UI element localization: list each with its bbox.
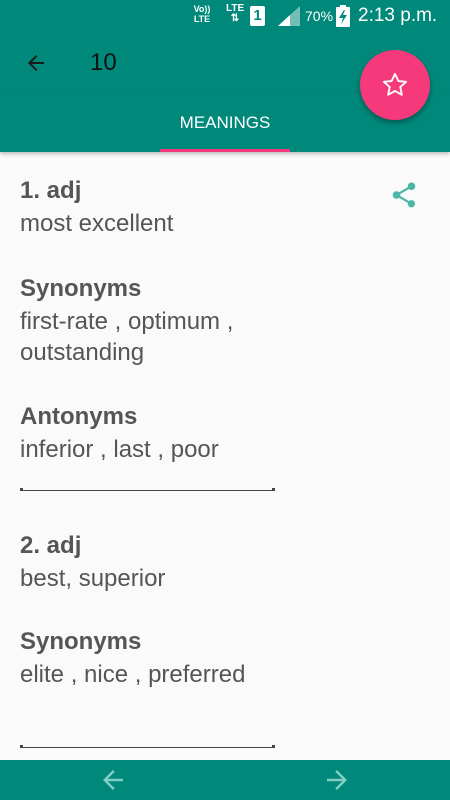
arrow-right-icon bbox=[327, 770, 347, 790]
meaning-heading: 2. adj bbox=[20, 532, 82, 559]
sim-indicator: 1 bbox=[250, 6, 265, 26]
battery-percent: 70% bbox=[305, 8, 334, 24]
divider-dot bbox=[20, 488, 23, 491]
divider-dot bbox=[272, 745, 275, 748]
share-button[interactable] bbox=[387, 178, 421, 212]
antonyms-label: Antonyms bbox=[20, 403, 138, 430]
favorite-button[interactable] bbox=[360, 50, 430, 120]
battery-charging-icon bbox=[336, 5, 350, 27]
divider bbox=[20, 490, 275, 491]
divider-dot bbox=[20, 745, 23, 748]
synonyms-text: first-rate , optimum , bbox=[20, 308, 234, 335]
lte-indicator: LTE ⇅ bbox=[226, 4, 244, 24]
lte-label: LTE ⇅ bbox=[226, 3, 245, 24]
arrow-left-icon bbox=[103, 770, 123, 790]
status-bar: Vo)) LTE LTE ⇅ 1 70% 2:13 p.m. bbox=[0, 0, 450, 33]
next-button[interactable] bbox=[320, 764, 354, 796]
volte-indicator: Vo)) LTE bbox=[192, 4, 212, 24]
share-icon bbox=[392, 182, 416, 208]
volte-label: Vo)) LTE bbox=[193, 4, 211, 24]
previous-button[interactable] bbox=[96, 764, 130, 796]
bottom-nav bbox=[0, 760, 450, 800]
arrow-left-icon bbox=[28, 55, 44, 71]
divider bbox=[20, 747, 275, 748]
meaning-definition: best, superior bbox=[20, 565, 166, 592]
signal-icon bbox=[278, 6, 300, 26]
antonyms-text: inferior , last , poor bbox=[20, 436, 219, 463]
meaning-definition: most excellent bbox=[20, 210, 174, 237]
star-icon bbox=[382, 72, 408, 96]
divider-dot bbox=[272, 488, 275, 491]
synonyms-text-continued: outstanding bbox=[20, 339, 145, 366]
tab-meanings-label: MEANINGS bbox=[179, 112, 271, 132]
page-title: 10 bbox=[90, 49, 117, 76]
clock: 2:13 p.m. bbox=[358, 5, 438, 26]
tab-indicator bbox=[160, 149, 290, 152]
meaning-heading: 1. adj bbox=[20, 177, 82, 204]
synonyms-label: Synonyms bbox=[20, 628, 142, 655]
tab-meanings[interactable]: MEANINGS bbox=[160, 93, 290, 152]
synonyms-text: elite , nice , preferred bbox=[20, 661, 246, 688]
back-button[interactable] bbox=[20, 47, 52, 79]
synonyms-label: Synonyms bbox=[20, 275, 142, 302]
